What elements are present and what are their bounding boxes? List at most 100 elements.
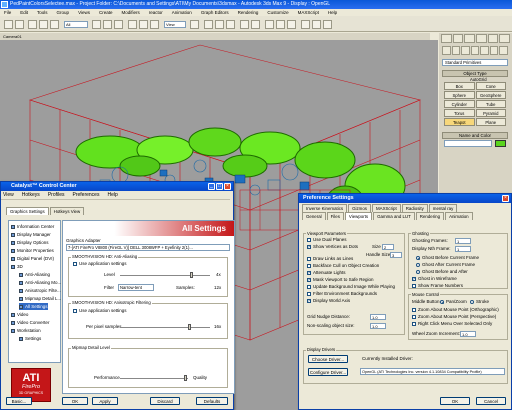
option-show-vertices-as-dots-checkbox[interactable]: [307, 244, 312, 250]
lights-icon[interactable]: [461, 46, 470, 55]
pref-tab-animation[interactable]: Animation: [445, 212, 473, 220]
max-menu-file[interactable]: File: [4, 9, 11, 16]
hierarchy-tab[interactable]: [464, 34, 476, 43]
primitive-sphere-button[interactable]: Sphere: [444, 91, 475, 99]
maximize-icon[interactable]: □: [216, 183, 223, 190]
render-setup-icon[interactable]: [312, 20, 321, 29]
pref-tab-viewports[interactable]: Viewports: [344, 212, 373, 220]
max-menu-rendering[interactable]: Rendering: [238, 9, 259, 16]
middle-stroke-radio[interactable]: [470, 300, 474, 304]
defaults-button[interactable]: Defaults: [196, 397, 228, 405]
rotate-icon[interactable]: [139, 20, 148, 29]
option-update-background-image-while-playing-checkbox[interactable]: [307, 285, 311, 289]
undo-icon[interactable]: [4, 20, 13, 29]
pref-tab-rendering[interactable]: Rendering: [415, 212, 445, 220]
tree-item-video[interactable]: Video: [11, 311, 28, 318]
option-use-dual-planes-checkbox[interactable]: [307, 238, 311, 242]
percent-snap-icon[interactable]: [226, 20, 235, 29]
mouse-right-click-menu-over-selected-only-checkbox[interactable]: [412, 322, 416, 326]
selection-filter-select[interactable]: All: [64, 21, 88, 28]
display-nth-spinner[interactable]: 1: [455, 246, 471, 252]
discard-button[interactable]: Discard: [150, 397, 180, 405]
configure-driver-button[interactable]: Configure Driver...: [308, 368, 348, 376]
pref-ok-button[interactable]: OK: [440, 397, 470, 405]
catalyst-menu-help[interactable]: Help: [107, 192, 117, 198]
modify-tab[interactable]: [452, 34, 464, 43]
max-menu-tools[interactable]: Tools: [37, 9, 48, 16]
select-object-icon[interactable]: [92, 20, 101, 29]
af-slider[interactable]: [120, 327, 210, 328]
max-menu-group[interactable]: Group: [57, 9, 70, 16]
motion-tab[interactable]: [476, 34, 487, 43]
tree-item-mipmap-detail-l[interactable]: Mipmap Detail L...: [19, 295, 61, 302]
option-attenuate-lights-checkbox[interactable]: [307, 270, 312, 276]
middle-pan-radio[interactable]: [440, 300, 444, 304]
close-icon[interactable]: ×: [224, 183, 231, 190]
primitive-teapot-button[interactable]: Teapot: [444, 118, 475, 126]
option-filter-environment-backgrounds-checkbox[interactable]: [307, 292, 311, 296]
tab-hotkeys-view[interactable]: Hotkeys View: [49, 207, 85, 215]
shapes-icon[interactable]: [451, 46, 461, 55]
graphics-adapter-select[interactable]: 7-[ATI FirePro V8800 (FireGL V)] DELL 30…: [66, 244, 230, 251]
basic-button[interactable]: Basic...: [6, 397, 32, 405]
primitive-torus-button[interactable]: Torus: [444, 109, 475, 117]
primitive-plane-button[interactable]: Plane: [475, 118, 506, 126]
move-icon[interactable]: [128, 20, 137, 29]
option-backface-cull-on-object-creation-checkbox[interactable]: [307, 264, 311, 268]
apply-button[interactable]: Apply: [92, 397, 118, 405]
ok-button[interactable]: OK: [62, 397, 88, 405]
ghost-ghost-before-current-frame-radio[interactable]: [416, 256, 420, 260]
cameras-icon[interactable]: [470, 46, 480, 55]
choose-driver-button[interactable]: Choose Driver...: [308, 355, 348, 363]
tree-item-anisotropic-filte[interactable]: Anisotropic Filte...: [19, 287, 61, 294]
mipmap-slider-knob[interactable]: [184, 375, 187, 381]
pref-tab-radiosity[interactable]: Radiosity: [401, 204, 428, 212]
tree-item-monitor-properties[interactable]: Monitor Properties: [11, 247, 54, 254]
material-editor-icon[interactable]: [301, 20, 310, 29]
create-tab[interactable]: [441, 34, 452, 43]
select-by-name-icon[interactable]: [103, 20, 112, 29]
catalyst-menu-profiles[interactable]: Profiles: [48, 192, 65, 198]
mouse-zoom-about-mouse-point-orthographic-checkbox[interactable]: [412, 308, 416, 312]
max-menu-create[interactable]: Create: [99, 9, 113, 16]
ghosting-frames-spinner[interactable]: 1: [455, 238, 471, 244]
tree-item-display-options[interactable]: Display Options: [11, 239, 49, 246]
object-color-swatch[interactable]: [495, 140, 506, 147]
tree-item-workstation[interactable]: Workstation: [11, 327, 41, 334]
tree-item-3d[interactable]: 3D: [11, 263, 23, 270]
primitive-geosphere-button[interactable]: GeoSphere: [475, 91, 506, 99]
angle-snap-icon[interactable]: [215, 20, 224, 29]
option-mask-viewport-to-safe-region-checkbox[interactable]: [307, 277, 312, 283]
tree-item-anti-aliasing-mo[interactable]: Anti-Aliasing Mo...: [19, 279, 61, 286]
link-icon[interactable]: [28, 20, 37, 29]
layer-manager-icon[interactable]: [265, 20, 274, 29]
aa-level-slider-knob[interactable]: [190, 272, 193, 278]
mouse-zoom-about-mouse-point-perspective-checkbox[interactable]: [412, 315, 416, 319]
af-slider-knob[interactable]: [188, 324, 191, 330]
max-menu-edit[interactable]: Edit: [20, 9, 28, 16]
wheel-zoom-spinner[interactable]: 1.0: [460, 331, 476, 337]
align-icon[interactable]: [251, 20, 260, 29]
max-menu-help[interactable]: Help: [328, 9, 337, 16]
name-color-rollout[interactable]: Name and Color: [442, 132, 508, 139]
curve-editor-icon[interactable]: [276, 20, 285, 29]
object-name-input[interactable]: [444, 140, 492, 147]
option-draw-links-as-lines-checkbox[interactable]: [307, 257, 311, 261]
geometry-icon[interactable]: [442, 46, 451, 55]
aa-use-app-checkbox[interactable]: [73, 262, 77, 266]
primitive-pyramid-button[interactable]: Pyramid: [475, 109, 506, 117]
minimize-icon[interactable]: _: [208, 183, 215, 190]
helpers-icon[interactable]: [480, 46, 489, 55]
reference-coord-select[interactable]: View: [164, 21, 186, 28]
max-menu-animation[interactable]: Animation: [172, 9, 192, 16]
primitive-cone-button[interactable]: Cone: [475, 82, 506, 90]
mirror-icon[interactable]: [240, 20, 249, 29]
pref-tab-general[interactable]: General: [302, 212, 326, 220]
primitive-tube-button[interactable]: Tube: [475, 100, 506, 108]
viewport-label[interactable]: Camera01: [0, 33, 430, 40]
schematic-view-icon[interactable]: [287, 20, 296, 29]
size-spinner[interactable]: 2: [382, 244, 394, 250]
max-menu-views[interactable]: Views: [78, 9, 90, 16]
grid-nudge-spinner[interactable]: 1.0: [370, 314, 386, 320]
pivot-icon[interactable]: [190, 20, 199, 29]
